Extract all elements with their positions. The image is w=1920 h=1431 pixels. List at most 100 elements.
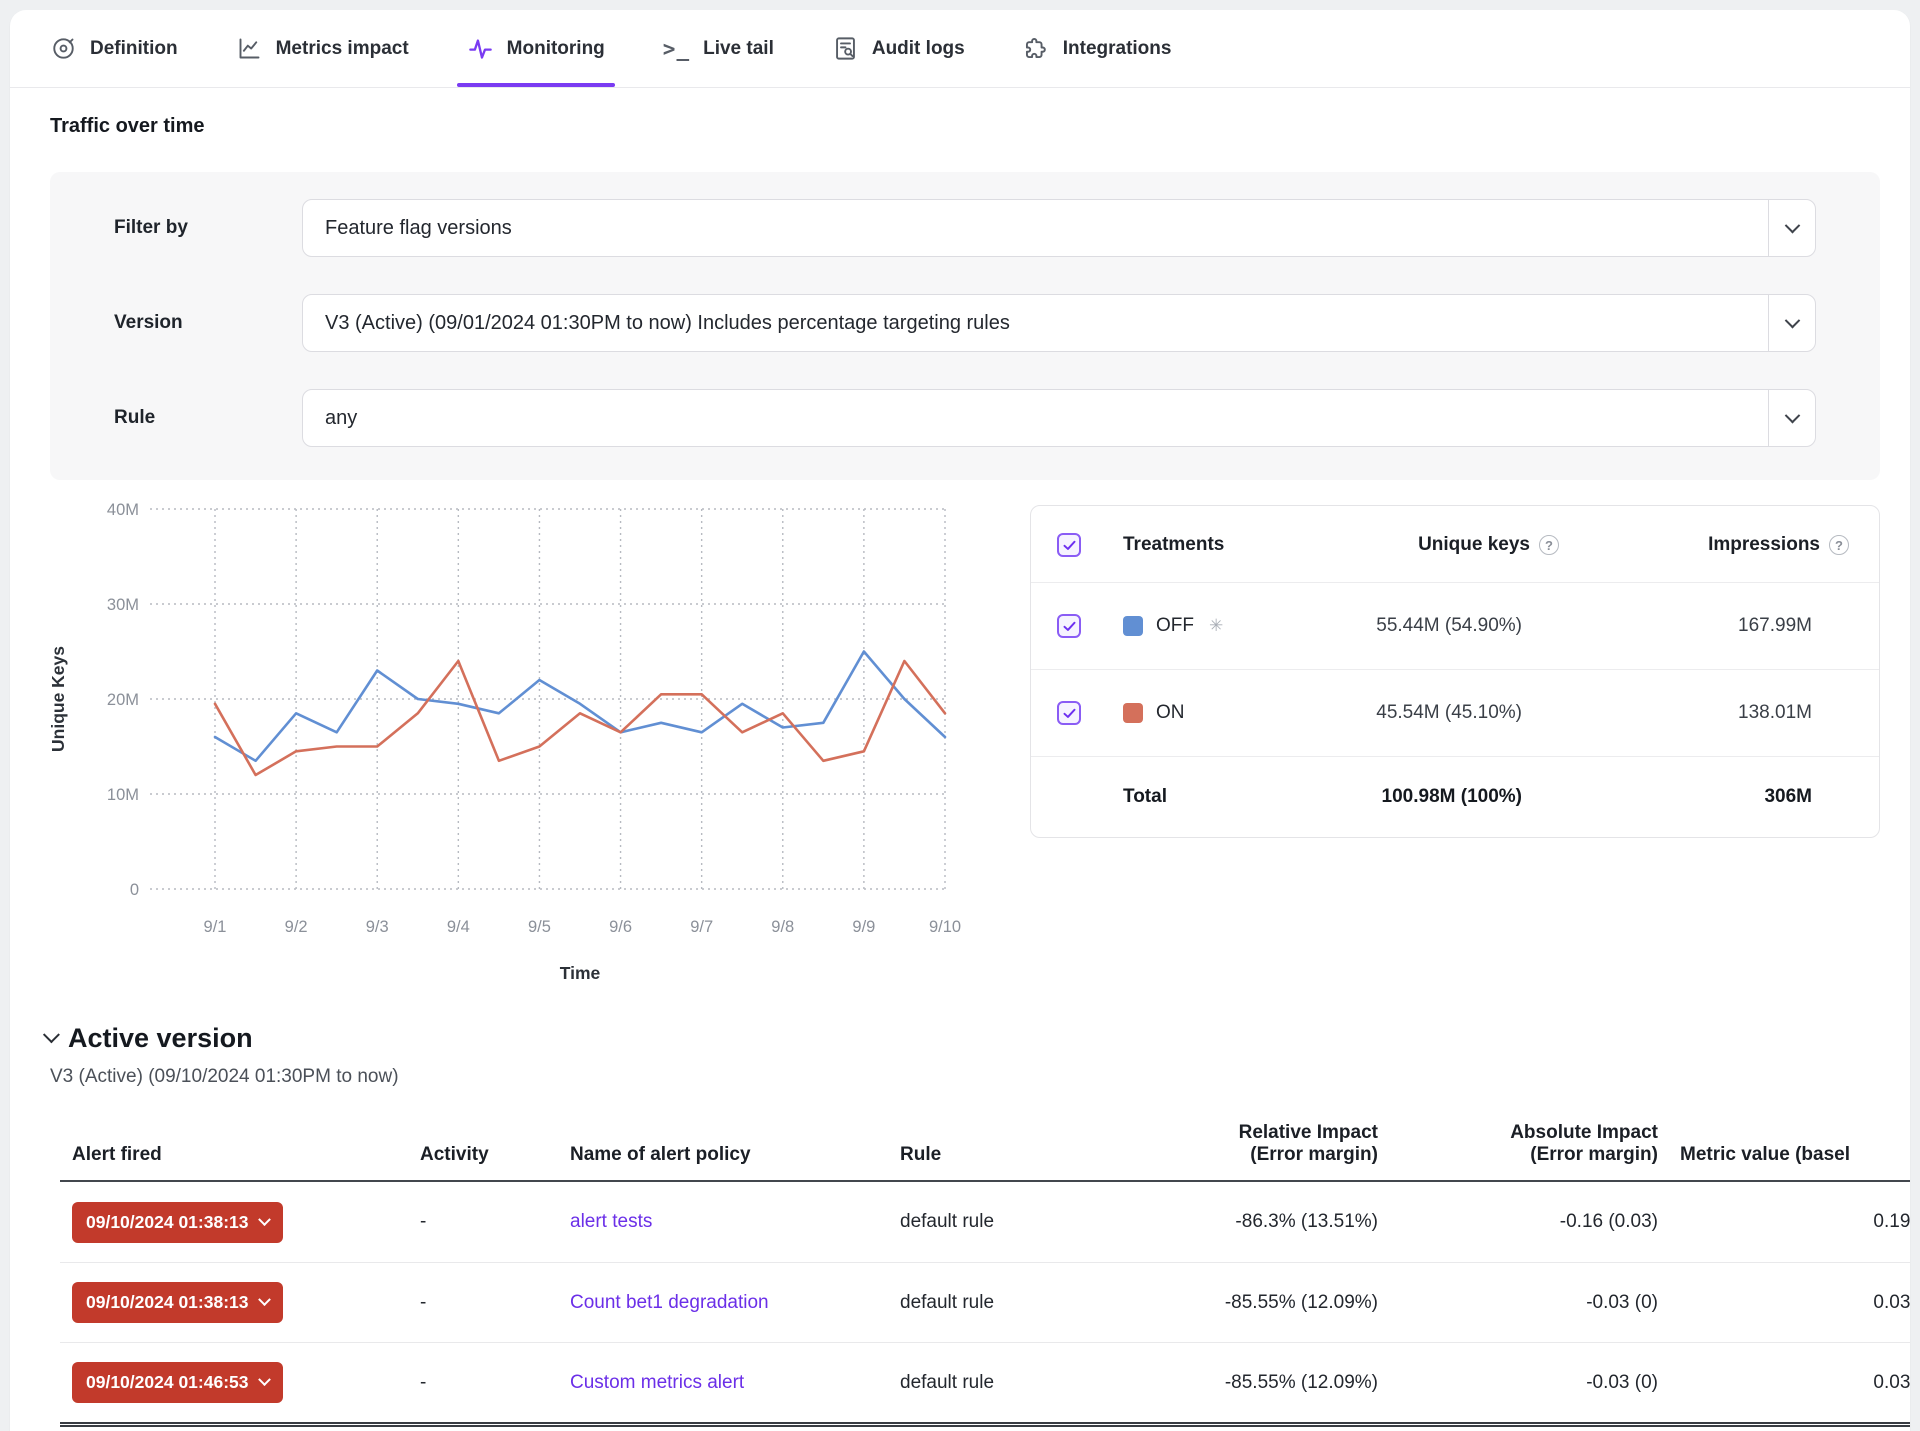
alert-fired-badge[interactable]: 09/10/2024 01:46:53: [72, 1362, 283, 1403]
active-version-subtitle: V3 (Active) (09/10/2024 01:30PM to now): [50, 1066, 1880, 1088]
svg-text:9/7: 9/7: [690, 918, 713, 936]
filter-by-chevron-box[interactable]: [1768, 200, 1815, 256]
impressions-column-header: Impressions ?: [1559, 534, 1849, 556]
version-label: Version: [114, 312, 302, 334]
tab-label: Definition: [90, 38, 178, 60]
collapse-chevron-icon[interactable]: [43, 1026, 60, 1043]
chevron-down-icon: [1784, 407, 1800, 423]
tab-label: Live tail: [703, 38, 774, 60]
definition-icon: [50, 35, 77, 62]
alerts-table-body: 09/10/2024 01:38:13 - alert tests defaul…: [60, 1182, 1910, 1427]
svg-text:9/6: 9/6: [609, 918, 632, 936]
col-absolute-impact: Absolute Impact(Error margin): [1388, 1122, 1668, 1166]
total-impressions: 306M: [1559, 786, 1849, 808]
filter-row-version: Version V3 (Active) (09/01/2024 01:30PM …: [114, 294, 1816, 352]
alert-relative-impact: -85.55% (12.09%): [1088, 1292, 1388, 1314]
treatment-name: OFF: [1156, 615, 1194, 637]
treatment-off-checkbox[interactable]: [1057, 614, 1081, 638]
alert-relative-impact: -85.55% (12.09%): [1088, 1372, 1388, 1394]
chevron-down-icon: [258, 1373, 271, 1386]
version-select[interactable]: V3 (Active) (09/01/2024 01:30PM to now) …: [302, 294, 1816, 352]
alert-policy-link[interactable]: Custom metrics alert: [570, 1372, 744, 1393]
alert-policy-link[interactable]: Count bet1 degradation: [570, 1292, 769, 1313]
tab-monitoring[interactable]: Monitoring: [467, 10, 605, 87]
alert-metric-value: 0.19 (: [1668, 1211, 1910, 1233]
alert-fired-badge[interactable]: 09/10/2024 01:38:13: [72, 1282, 283, 1323]
tab-label: Metrics impact: [276, 38, 409, 60]
svg-text:Unique Keys: Unique Keys: [48, 646, 68, 752]
traffic-chart: 010M20M30M40M9/19/29/39/49/59/69/79/89/9…: [40, 497, 990, 997]
version-value: V3 (Active) (09/01/2024 01:30PM to now) …: [325, 312, 1768, 335]
svg-text:20M: 20M: [107, 691, 139, 709]
alert-relative-impact: -86.3% (13.51%): [1088, 1211, 1388, 1233]
svg-text:9/10: 9/10: [929, 918, 961, 936]
alert-absolute-impact: -0.03 (0): [1388, 1372, 1668, 1394]
tab-label: Monitoring: [507, 38, 605, 60]
svg-text:9/5: 9/5: [528, 918, 551, 936]
filter-by-label: Filter by: [114, 217, 302, 239]
total-label: Total: [1123, 786, 1229, 808]
tab-live-tail[interactable]: >_ Live tail: [663, 10, 774, 87]
help-icon[interactable]: ?: [1829, 535, 1849, 555]
svg-text:30M: 30M: [107, 596, 139, 614]
tab-definition[interactable]: Definition: [50, 10, 178, 87]
integrations-icon: [1023, 35, 1050, 62]
treatment-row-off: OFF ✳ 55.44M (54.90%) 167.99M: [1031, 583, 1879, 670]
tab-label: Audit logs: [872, 38, 965, 60]
traffic-chart-container: 010M20M30M40M9/19/29/39/49/59/69/79/89/9…: [40, 497, 990, 997]
off-unique-keys: 55.44M (54.90%): [1229, 615, 1559, 637]
rule-chevron-box[interactable]: [1768, 390, 1815, 446]
alert-absolute-impact: -0.03 (0): [1388, 1292, 1668, 1314]
alert-rule: default rule: [888, 1372, 1088, 1394]
alert-activity: -: [408, 1211, 558, 1233]
tab-audit-logs[interactable]: Audit logs: [832, 10, 965, 87]
rule-select[interactable]: any: [302, 389, 1816, 447]
help-icon[interactable]: ?: [1539, 535, 1559, 555]
svg-text:10M: 10M: [107, 786, 139, 804]
alert-activity: -: [408, 1292, 558, 1314]
svg-text:40M: 40M: [107, 501, 139, 519]
svg-text:0: 0: [130, 881, 139, 899]
alert-row: 09/10/2024 01:38:13 - Count bet1 degrada…: [60, 1262, 1910, 1342]
chevron-down-icon: [258, 1293, 271, 1306]
alert-metric-value: 0.03 (: [1668, 1372, 1910, 1394]
treatment-name: ON: [1156, 702, 1185, 724]
filter-by-value: Feature flag versions: [325, 217, 1768, 240]
filter-row-filter-by: Filter by Feature flag versions: [114, 199, 1816, 257]
rule-value: any: [325, 407, 1768, 430]
svg-text:9/3: 9/3: [366, 918, 389, 936]
audit-logs-icon: [832, 35, 859, 62]
active-version-title: Active version: [68, 1023, 253, 1054]
check-icon: [1062, 538, 1077, 553]
alert-metric-value: 0.03 (: [1668, 1292, 1910, 1314]
col-rule: Rule: [888, 1144, 1088, 1166]
treatment-on-checkbox[interactable]: [1057, 701, 1081, 725]
alert-row: 09/10/2024 01:38:13 - alert tests defaul…: [60, 1182, 1910, 1262]
svg-text:9/1: 9/1: [204, 918, 227, 936]
filter-by-select[interactable]: Feature flag versions: [302, 199, 1816, 257]
chart-section: 010M20M30M40M9/19/29/39/49/59/69/79/89/9…: [40, 497, 1880, 997]
tab-metrics-impact[interactable]: Metrics impact: [236, 10, 409, 87]
alert-absolute-impact: -0.16 (0.03): [1388, 1211, 1668, 1233]
alert-fired-badge[interactable]: 09/10/2024 01:38:13: [72, 1202, 283, 1243]
check-icon: [1062, 619, 1077, 634]
svg-text:9/9: 9/9: [852, 918, 875, 936]
tab-integrations[interactable]: Integrations: [1023, 10, 1172, 87]
default-treatment-icon: ✳: [1209, 616, 1223, 636]
main-card: Definition Metrics impact Monitoring >_ …: [10, 10, 1910, 1431]
off-series-swatch: [1123, 616, 1143, 636]
svg-text:9/2: 9/2: [285, 918, 308, 936]
svg-text:9/4: 9/4: [447, 918, 470, 936]
alert-policy-link[interactable]: alert tests: [570, 1211, 652, 1232]
off-impressions: 167.99M: [1559, 615, 1849, 637]
col-activity: Activity: [408, 1144, 558, 1166]
treatments-select-all-checkbox[interactable]: [1057, 533, 1081, 557]
version-chevron-box[interactable]: [1768, 295, 1815, 351]
treatments-header: Treatments Unique keys ? Impressions ?: [1031, 506, 1879, 583]
on-unique-keys: 45.54M (45.10%): [1229, 702, 1559, 724]
alert-rule: default rule: [888, 1292, 1088, 1314]
svg-text:Time: Time: [560, 963, 601, 983]
page-title: Traffic over time: [50, 115, 1880, 138]
active-version-header: Active version: [44, 1023, 1880, 1054]
metrics-impact-icon: [236, 35, 263, 62]
